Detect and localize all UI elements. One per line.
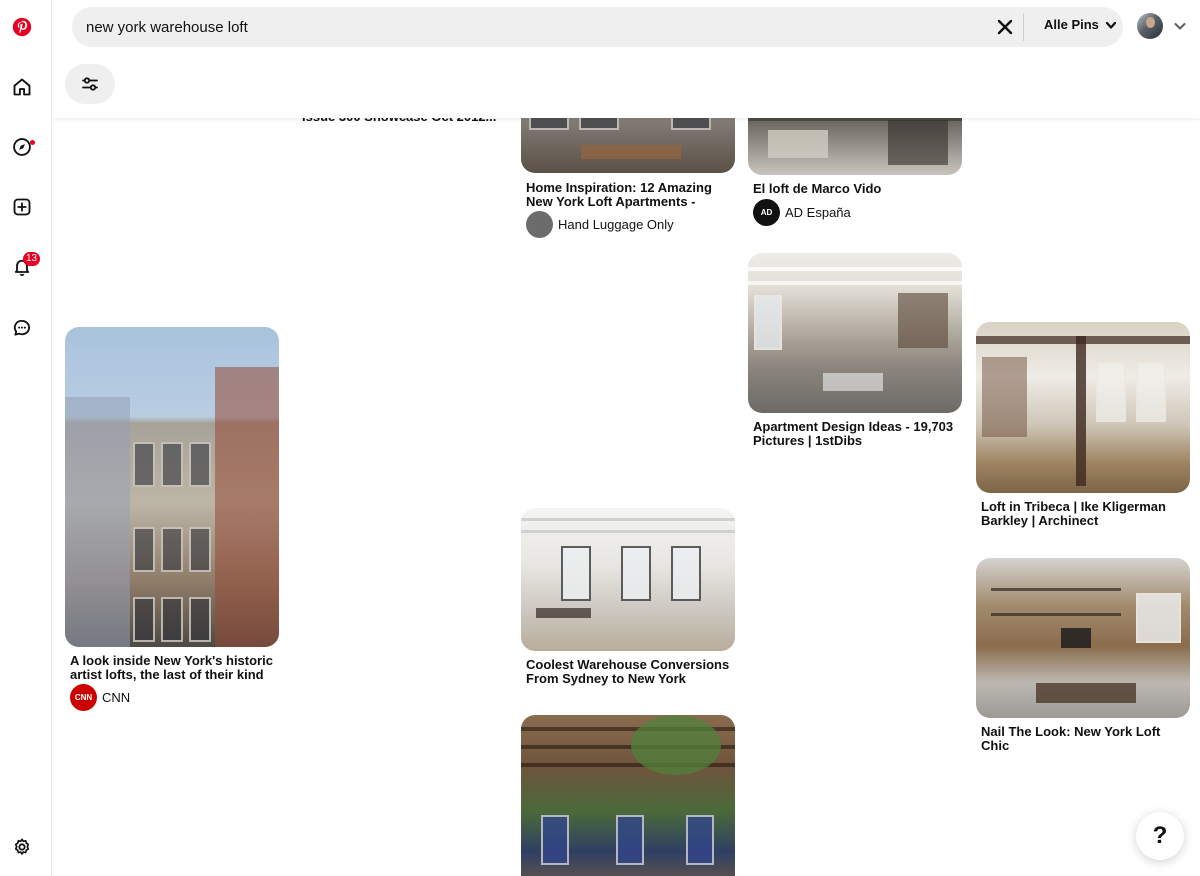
pin-title: El loft de Marco Vido [753,182,882,196]
scope-dropdown[interactable]: Alle Pins [1044,17,1117,32]
settings-icon [14,838,30,855]
chevron-down-icon [1105,21,1117,29]
filter-icon [82,77,98,91]
create-button[interactable] [4,189,40,225]
pin-card-coolest[interactable]: Coolest Warehouse Conversions From Sydne… [521,508,736,698]
search-divider [1023,13,1024,41]
pinterest-logo-icon [12,17,32,37]
compass-icon [13,138,31,156]
notification-count-badge: 13 [23,252,41,266]
pin-title: Apartment Design Ideas - 19,703 Pictures… [753,420,954,448]
explore-button[interactable] [4,129,40,165]
plus-square-icon [13,198,31,216]
help-button[interactable]: ? [1136,812,1184,860]
chat-icon [13,320,30,336]
pin-image[interactable] [976,322,1190,493]
pin-card-design-ideas[interactable]: Apartment Design Ideas - 19,703 Pictures… [748,253,963,453]
pin-card-palm-loft[interactable] [521,715,736,876]
search-input[interactable] [86,17,966,37]
pin-source[interactable]: Hand Luggage Only [526,211,674,238]
pin-card-nail-the-look[interactable]: Nail The Look: New York Loft Chic [976,558,1191,753]
source-name: CNN [102,690,131,705]
messages-button[interactable] [4,310,40,346]
account-chevron-down-icon[interactable] [1172,18,1188,34]
pin-title: Nail The Look: New York Loft Chic [981,725,1161,753]
pin-card-cnn[interactable]: A look inside New York's historic artist… [65,327,280,717]
explore-notification-dot [30,140,35,145]
source-avatar: AD [753,199,780,226]
settings-button[interactable] [4,829,40,865]
source-name: Hand Luggage Only [558,217,674,232]
pin-source[interactable]: CNN CNN [70,684,130,711]
pin-image[interactable] [748,253,962,413]
source-avatar: CNN [70,684,97,711]
pin-title: Home Inspiration: 12 Amazing New York Lo… [526,181,712,209]
pinterest-logo-button[interactable] [4,9,40,45]
home-button[interactable] [4,69,40,105]
clear-search-button[interactable] [994,16,1016,38]
source-name: AD España [785,205,851,220]
pin-source[interactable]: AD AD España [753,199,851,226]
clear-icon [997,19,1013,35]
top-bar: Alle Pins [52,0,1200,118]
pin-image[interactable] [65,327,279,647]
pin-image[interactable] [521,715,735,876]
left-nav-rail: 13 [0,0,52,876]
filter-button[interactable] [65,64,115,104]
scope-label: Alle Pins [1044,17,1099,32]
pin-image[interactable] [976,558,1190,718]
pin-feed: Issue 300 Showcase Oct 2012... Home Insp… [52,0,1200,876]
pin-title: Loft in Tribeca | Ike Kligerman Barkley … [981,500,1166,528]
pin-image[interactable] [521,508,735,651]
profile-avatar[interactable] [1137,13,1163,39]
search-bar[interactable]: Alle Pins [72,7,1123,47]
pin-card-tribeca[interactable]: Loft in Tribeca | Ike Kligerman Barkley … [976,322,1191,532]
help-icon: ? [1152,822,1168,849]
pin-title: A look inside New York's historic artist… [70,654,273,682]
source-avatar [526,211,553,238]
home-icon [13,78,31,96]
pin-title: Coolest Warehouse Conversions From Sydne… [526,658,730,686]
